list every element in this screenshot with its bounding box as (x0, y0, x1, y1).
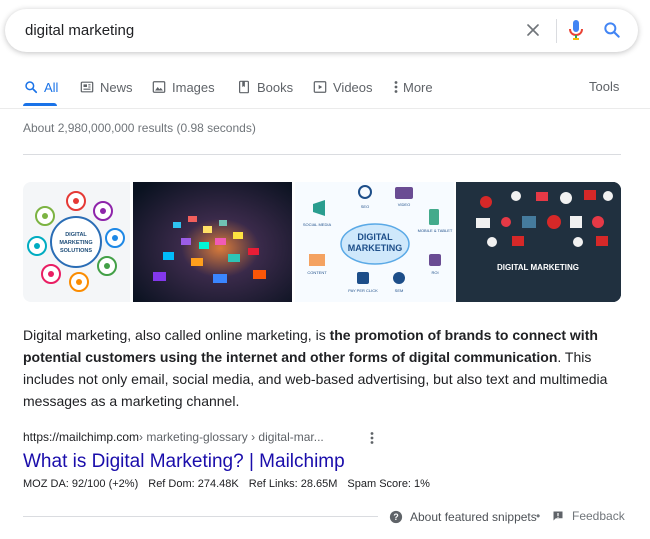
close-icon (527, 24, 539, 36)
image-result-digital-marketing-solutions[interactable]: DIGITAL MARKETING SOLUTIONS (23, 182, 130, 302)
tab-label: Tools (589, 79, 620, 94)
tab-label: Images (172, 79, 215, 95)
search-tabs: All News Images Books Videos More Tools (0, 74, 650, 108)
more-vert-icon (392, 79, 400, 95)
about-featured-snippets-link[interactable]: ? About featured snippets (389, 510, 537, 524)
search-input[interactable] (25, 15, 495, 46)
image-result-digital-marketing-diagram[interactable]: DIGITAL MARKETING SEO VIDEO SOCIAL MEDIA… (295, 182, 454, 302)
microphone-icon (569, 20, 583, 40)
diagram-label: PAY PER CLICK (348, 288, 378, 293)
footer-divider (23, 516, 378, 517)
tab-label: News (100, 79, 133, 95)
image-result-digital-marketing-icons[interactable]: DIGITAL MARKETING (456, 182, 621, 302)
search-icon (23, 79, 39, 95)
more-vert-icon (370, 432, 374, 444)
infographic-text: MARKETING (59, 240, 92, 246)
svg-text:?: ? (393, 512, 398, 522)
clear-button[interactable] (521, 18, 545, 42)
image-result-abstract-tiles[interactable] (133, 182, 292, 302)
video-icon (312, 79, 328, 95)
search-submit-button[interactable] (600, 18, 624, 42)
image-strip: DIGITAL MARKETING SOLUTIONS DIGITAL MARK… (23, 182, 621, 302)
spam-score: Spam Score: 1% (347, 478, 430, 490)
feedback-icon (553, 511, 563, 521)
divider (23, 154, 621, 155)
moz-da: MOZ DA: 92/100 (+2%) (23, 478, 139, 490)
digital-marketing-icons-dark: DIGITAL MARKETING (456, 182, 621, 302)
search-bar-divider (556, 19, 557, 43)
result-menu-button[interactable] (366, 430, 378, 446)
active-tab-indicator (23, 103, 57, 106)
tab-label: All (44, 79, 59, 95)
diagram-label: SEO (361, 204, 369, 209)
result-title-link[interactable]: What is Digital Marketing? | Mailchimp (23, 451, 345, 473)
seo-metrics: MOZ DA: 92/100 (+2%) Ref Dom: 274.48K Re… (23, 478, 430, 490)
diagram-label: MOBILE & TABLET (418, 228, 453, 233)
footer-dot-separator: • (536, 509, 541, 523)
tab-label: More (403, 79, 433, 95)
infographic-text: SOLUTIONS (60, 248, 92, 254)
feedback-label: Feedback (572, 509, 625, 523)
search-bar (5, 9, 638, 52)
search-icon (604, 22, 620, 38)
tab-videos[interactable]: Videos (312, 79, 373, 95)
result-citation[interactable]: https://mailchimp.com › marketing-glossa… (23, 430, 324, 444)
result-stats: About 2,980,000,000 results (0.98 second… (23, 121, 256, 135)
diagram-label: ROI (431, 270, 438, 275)
about-featured-snippets-label: About featured snippets (410, 510, 537, 524)
tab-images[interactable]: Images (151, 79, 215, 95)
snippet-text: Digital marketing, also called online ma… (23, 327, 330, 343)
diagram-label: SEM (395, 288, 404, 293)
image-icon (151, 79, 167, 95)
feedback-link[interactable]: Feedback (552, 509, 625, 523)
diagram-label: SOCIAL MEDIA (303, 222, 332, 227)
book-icon (236, 79, 252, 95)
news-icon (79, 79, 95, 95)
tabs-divider (0, 108, 650, 109)
tab-more[interactable]: More (392, 79, 433, 95)
abstract-digital-tiles-photo (133, 182, 292, 302)
image-caption: DIGITAL MARKETING (497, 263, 579, 272)
infographic-text: DIGITAL (65, 232, 87, 238)
tab-label: Books (257, 79, 294, 95)
voice-search-button[interactable] (564, 18, 588, 42)
tab-all[interactable]: All (23, 79, 58, 95)
tools-button[interactable]: Tools (589, 79, 619, 94)
diagram-label: CONTENT (307, 270, 327, 275)
ref-dom: Ref Dom: 274.48K (148, 478, 239, 490)
tab-news[interactable]: News (79, 79, 133, 95)
digital-marketing-solutions-infographic: DIGITAL MARKETING SOLUTIONS (23, 182, 130, 302)
diagram-text: DIGITAL (357, 232, 393, 242)
help-icon: ? (389, 510, 403, 524)
tab-label: Videos (333, 79, 373, 95)
diagram-label: VIDEO (398, 202, 410, 207)
diagram-text: MARKETING (348, 243, 403, 253)
featured-snippet-text: Digital marketing, also called online ma… (23, 324, 623, 412)
cite-domain: https://mailchimp.com (23, 430, 140, 444)
tab-books[interactable]: Books (236, 79, 293, 95)
digital-marketing-diagram: DIGITAL MARKETING SEO VIDEO SOCIAL MEDIA… (295, 182, 454, 302)
cite-path: › marketing-glossary › digital-mar... (139, 430, 324, 444)
ref-links: Ref Links: 28.65M (248, 478, 338, 490)
